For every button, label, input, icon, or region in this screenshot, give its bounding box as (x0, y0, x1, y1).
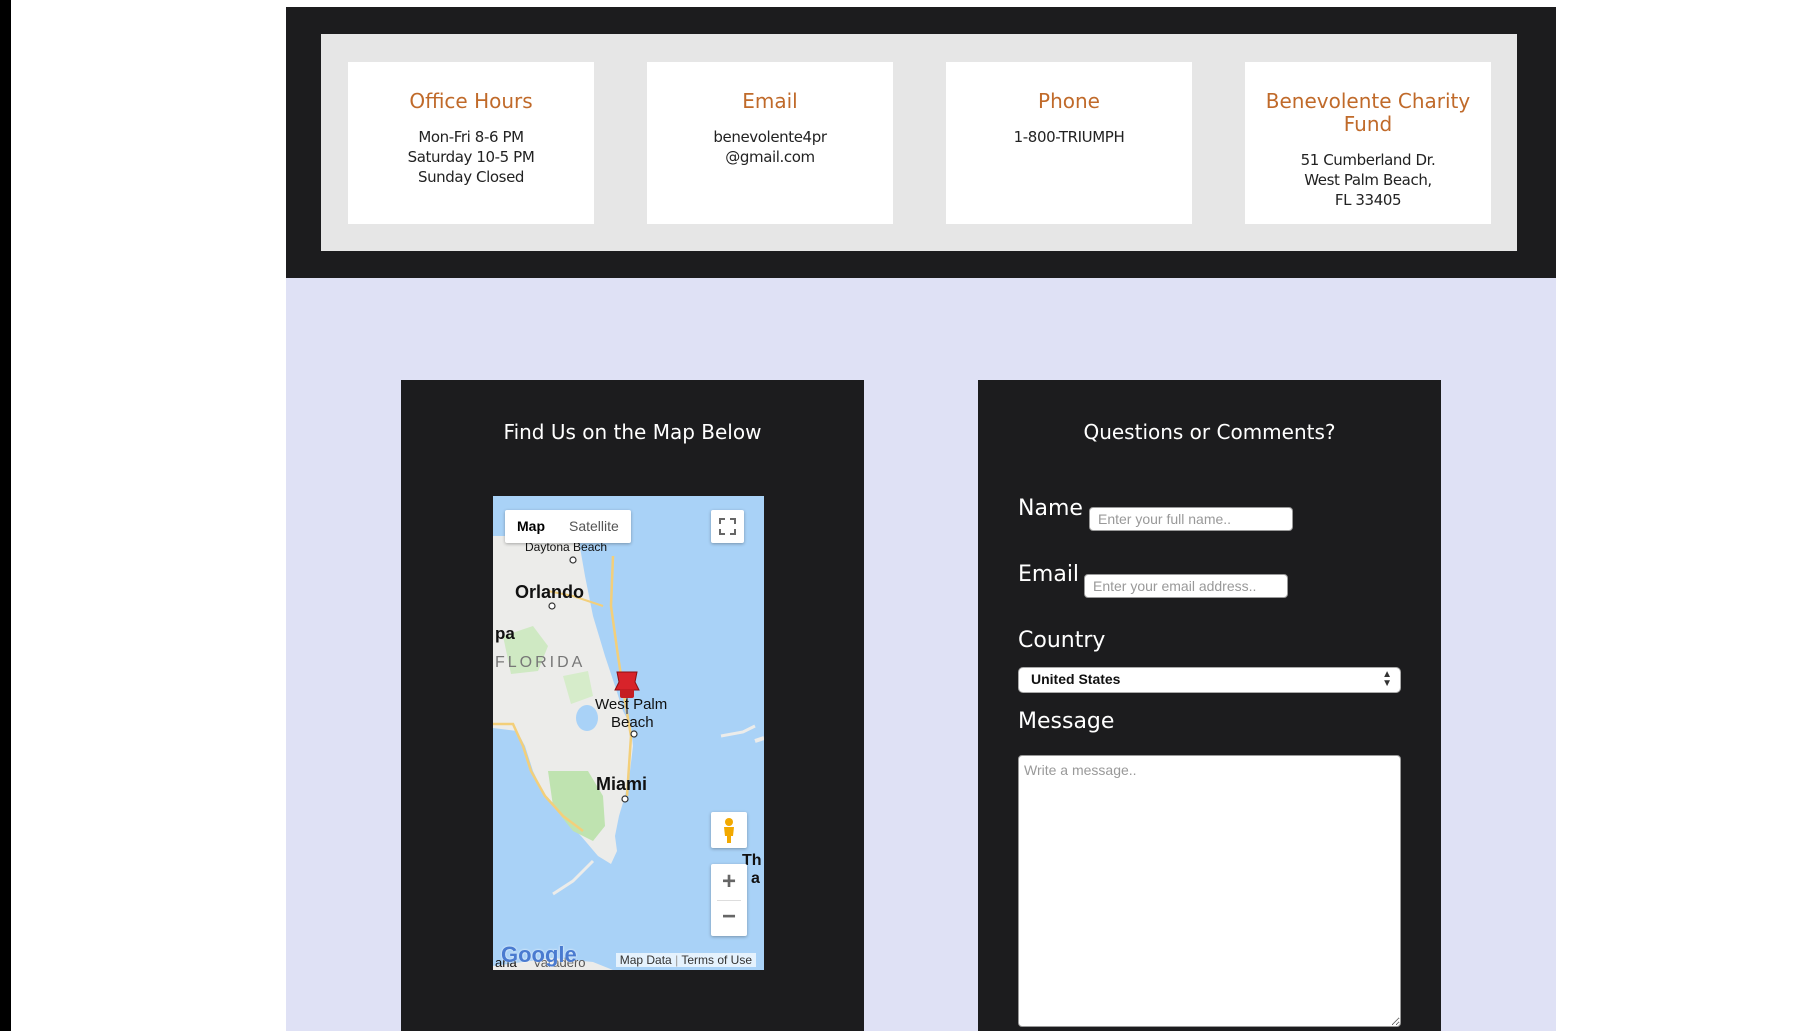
contact-form-section: Questions or Comments? Name Email Countr… (978, 380, 1441, 1031)
map-type-control: Map Satellite (505, 510, 631, 543)
country-label: Country (1018, 628, 1106, 653)
map-label-beach: Beach (611, 714, 654, 731)
zoom-control: + − (711, 864, 747, 936)
map-label-florida: FLORIDA (495, 654, 586, 671)
map-label-miami: Miami (596, 774, 648, 794)
message-textarea[interactable] (1018, 755, 1401, 1027)
map-type-satellite-button[interactable]: Satellite (557, 510, 631, 543)
office-hours-line: Sunday Closed (417, 168, 525, 186)
contact-info-band: Office Hours Mon-Fri 8-6 PM Saturday 10-… (286, 7, 1556, 278)
map-footer-links: Map Data | Terms of Use (615, 953, 756, 967)
email-title: Email (742, 89, 798, 113)
pegman-icon (724, 818, 734, 843)
map-footer: ana Varadero Google Map Data | Terms of … (493, 942, 764, 970)
email-address-line: @gmail.com (725, 148, 815, 166)
map-label-pa: pa (495, 624, 515, 643)
map-label-a: a (751, 870, 760, 887)
map-heading: Find Us on the Map Below (503, 420, 762, 444)
fullscreen-button[interactable] (711, 510, 744, 543)
office-hours-line: Saturday 10-5 PM (407, 148, 535, 166)
street-view-pegman[interactable] (711, 812, 747, 848)
form-heading: Questions or Comments? (1083, 420, 1336, 444)
name-input[interactable] (1089, 507, 1293, 531)
address-title: Benevolente Charity Fund (1265, 89, 1471, 136)
contact-info-panel: Office Hours Mon-Fri 8-6 PM Saturday 10-… (321, 34, 1517, 251)
select-arrows-icon: ▲ ▼ (1382, 669, 1392, 689)
message-label: Message (1018, 709, 1115, 734)
address-line: 51 Cumberland Dr. (1300, 151, 1436, 169)
fullscreen-icon (719, 518, 736, 535)
site-content: Office Hours Mon-Fri 8-6 PM Saturday 10-… (286, 7, 1556, 1031)
google-logo: Google (501, 942, 577, 967)
zoom-in-button[interactable]: + (711, 864, 747, 900)
map-label-west-palm: West Palm (595, 696, 668, 713)
office-hours-card: Office Hours Mon-Fri 8-6 PM Saturday 10-… (348, 62, 594, 224)
phone-card: Phone 1-800-TRIUMPH (946, 62, 1192, 224)
map-type-map-button[interactable]: Map (505, 510, 557, 543)
country-selected-value: United States (1031, 671, 1121, 687)
email-address-line: benevolente4pr (713, 128, 827, 146)
zoom-out-button[interactable]: − (711, 900, 747, 936)
email-label: Email (1018, 562, 1080, 587)
email-input[interactable] (1084, 574, 1288, 598)
map-data-link[interactable]: Map Data (620, 953, 672, 967)
address-line: FL 33405 (1334, 191, 1402, 209)
phone-title: Phone (1038, 89, 1100, 113)
office-hours-title: Office Hours (409, 89, 533, 113)
phone-number: 1-800-TRIUMPH (1013, 128, 1125, 146)
address-card: Benevolente Charity Fund 51 Cumberland D… (1245, 62, 1491, 224)
name-label: Name (1018, 496, 1083, 521)
country-select[interactable]: United States ▲ ▼ (1018, 667, 1401, 693)
address-line: West Palm Beach, (1304, 171, 1432, 189)
map-section: Find Us on the Map Below Daytona Beach O… (401, 380, 864, 1031)
terms-of-use-link[interactable]: Terms of Use (681, 953, 752, 967)
email-card: Email benevolente4pr @gmail.com (647, 62, 893, 224)
google-map[interactable]: Daytona Beach Orlando pa FLORIDA West Pa… (493, 496, 764, 970)
office-hours-line: Mon-Fri 8-6 PM (418, 128, 524, 146)
map-label-orlando: Orlando (515, 582, 585, 602)
